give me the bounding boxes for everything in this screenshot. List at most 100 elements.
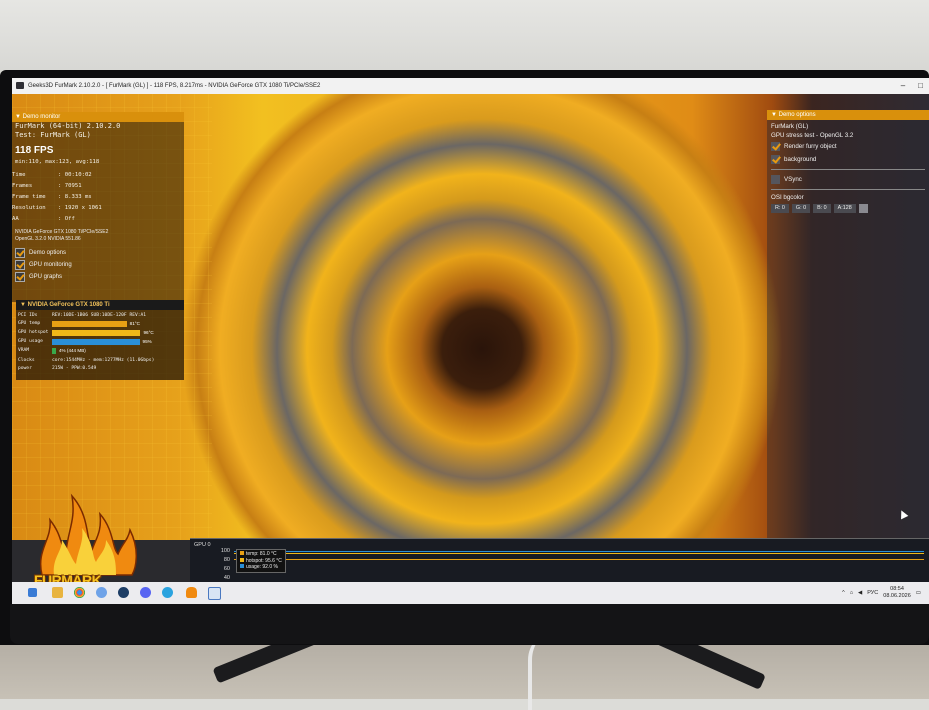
power-label: power — [18, 366, 32, 371]
checkbox-check-icon — [15, 248, 25, 258]
checkbox-check-icon — [771, 142, 780, 151]
green-field[interactable]: G: 0 — [791, 204, 811, 213]
stat-row: Frame time: 8.333 ms — [12, 192, 102, 203]
clocks-value: core:1544MHz - mem:1277MHz (11.0Gbps) — [52, 358, 155, 363]
gpu-graph: GPU 0 100 80 60 40 temp: 81.0 °C hotspot… — [190, 538, 929, 583]
demo-options-panel: ▼ Demo options FurMark (GL) GPU stress t… — [767, 110, 929, 556]
demo-monitor-header[interactable]: ▼ Demo monitor — [12, 112, 184, 122]
stat-row: Resolution : 1920 x 1061 — [12, 203, 102, 214]
steam-icon[interactable] — [118, 587, 129, 598]
demo-monitor-panel: ▼ Demo monitor FurMark (64-bit) 2.10.2.0… — [12, 112, 184, 302]
gpu-temp-label: GPU temp — [18, 321, 41, 326]
stat-label: Resolution — [12, 205, 46, 211]
checkbox-label: Render furry object — [784, 143, 837, 150]
alpha-field[interactable]: A:128 — [833, 204, 856, 213]
system-tray: ^ ⌂ ◀ РУС 08:54 08.06.2026 ▭ — [842, 582, 921, 604]
legend-item: usage: 92.0 % — [240, 564, 282, 571]
pci-ids-value: REV:10DE-1B06 SUB:10DE-120F REV:A1 — [52, 313, 147, 318]
windows-icon[interactable] — [28, 588, 37, 597]
gpu-temp-bar: 81°C — [52, 321, 180, 327]
fps-stats: min:110, max:123, avg:118 — [15, 159, 100, 165]
checkbox-check-icon — [15, 272, 25, 282]
legend-label: hotspot: 95.6 °C — [246, 557, 282, 564]
gpu-usage-value: 95% — [142, 339, 152, 344]
render-furry-object-checkbox[interactable]: Render furry object — [767, 140, 929, 153]
tray-clock[interactable]: 08:54 08.06.2026 — [883, 586, 911, 600]
file-explorer-icon[interactable] — [52, 587, 63, 598]
gpu-usage-label: GPU usage — [18, 339, 43, 344]
vram-label: VRAM — [18, 348, 30, 353]
red-field[interactable]: R: 0 — [771, 204, 789, 213]
stat-value: : 70951 — [58, 183, 82, 189]
gpu-hotspot-label: GPU hotspot — [18, 330, 49, 335]
clocks-label: Clocks — [18, 358, 35, 363]
checkbox-label: Demo options — [29, 250, 67, 256]
gpu-usage-bar: 95% — [52, 339, 180, 345]
tray-network-icon[interactable]: ⌂ — [850, 590, 853, 596]
telegram-icon[interactable] — [162, 587, 173, 598]
demo-options-header[interactable]: ▼ Demo options — [767, 110, 929, 120]
window-titlebar[interactable]: Geeks3D FurMark 2.10.2.0 - [ FurMark (GL… — [12, 78, 929, 94]
checkbox-label: VSync — [784, 176, 802, 183]
stat-value: : 1920 x 1061 — [58, 205, 102, 211]
stat-row: Frames: 70951 — [12, 181, 102, 192]
gpu-renderer-line: NVIDIA GeForce GTX 1080 Ti/PCIe/SSE2 — [15, 229, 109, 235]
graph-y-ticks: 100 80 60 40 — [220, 547, 230, 583]
legend-swatch — [240, 564, 244, 568]
legend-label: temp: 81.0 °C — [246, 551, 277, 557]
vsync-checkbox[interactable]: VSync — [767, 173, 929, 186]
test-name-line: Test: FurMark (GL) — [15, 131, 91, 139]
demo-options-checkbox[interactable]: Demo options — [12, 247, 184, 259]
blue-field[interactable]: B: 0 — [813, 204, 831, 213]
tray-chevron-up-icon[interactable]: ^ — [842, 590, 845, 596]
graph-tick: 80 — [223, 557, 230, 563]
gpu-usage-fill — [52, 339, 140, 345]
stat-value: : Off — [58, 216, 75, 222]
minimize-button[interactable]: – — [901, 78, 905, 94]
demo-description: GPU stress test - OpenGL 3.2 — [771, 132, 854, 139]
vram-fill — [52, 348, 56, 354]
demo-name: FurMark (GL) — [771, 123, 809, 130]
clock-time: 08:54 — [890, 586, 904, 592]
demo-options-title: Demo options — [778, 112, 816, 118]
checkbox-check-icon — [15, 260, 25, 270]
furmark-icon[interactable] — [186, 587, 197, 598]
checkbox-empty-icon — [771, 175, 780, 184]
stat-value: : 00:10:02 — [58, 172, 92, 178]
gpu-graphs-checkbox[interactable]: GPU graphs — [12, 271, 184, 283]
gpu-hotspot-bar: 96°C — [52, 330, 180, 336]
legend-swatch — [240, 557, 244, 562]
pci-ids-label: PCI IDs — [18, 313, 38, 318]
gpu-name: NVIDIA GeForce GTX 1080 Ti — [27, 302, 110, 308]
browser-icon[interactable] — [96, 587, 107, 598]
stat-label: Frame time — [12, 194, 46, 200]
color-swatch[interactable] — [858, 204, 868, 213]
divider — [771, 189, 925, 190]
app-version-line: FurMark (64-bit) 2.10.2.0 — [15, 122, 121, 130]
gpu-hotspot-value: 96°C — [143, 330, 154, 335]
gpu-monitor-header[interactable]: ▼ NVIDIA GeForce GTX 1080 Ti — [16, 300, 184, 310]
tray-volume-icon[interactable]: ◀ — [858, 590, 862, 596]
stat-row: Time : 00:10:02 — [12, 170, 102, 181]
osi-bgcolor-label: OSI bgcolor — [771, 194, 804, 201]
discord-icon[interactable] — [140, 587, 151, 598]
stat-label: Time — [12, 172, 26, 178]
clock-date: 08.06.2026 — [883, 593, 911, 599]
background-checkbox[interactable]: background — [767, 153, 929, 166]
stats-table: Time : 00:10:02 Frames: 70951 Frame time:… — [12, 170, 102, 225]
checkbox-check-icon — [771, 155, 780, 164]
tray-language[interactable]: РУС — [867, 590, 878, 596]
gpu-monitoring-checkbox[interactable]: GPU monitoring — [12, 259, 184, 271]
chrome-icon[interactable] — [74, 587, 85, 598]
furmark-flame-logo-icon — [40, 493, 137, 576]
notifications-icon[interactable]: ▭ — [916, 590, 921, 596]
app-icon[interactable] — [208, 587, 221, 600]
windows-taskbar: ^ ⌂ ◀ РУС 08:54 08.06.2026 ▭ — [12, 582, 929, 604]
render-viewport: ▼ Demo monitor FurMark (64-bit) 2.10.2.0… — [12, 94, 929, 588]
checkbox-label: GPU monitoring — [29, 262, 72, 268]
maximize-button[interactable]: □ — [918, 78, 923, 94]
graph-legend: temp: 81.0 °C hotspot: 95.6 °C usage: 92… — [236, 549, 286, 573]
checkbox-label: background — [784, 156, 817, 163]
gpu-temp-fill — [52, 321, 127, 327]
checkbox-label: GPU graphs — [29, 274, 63, 280]
